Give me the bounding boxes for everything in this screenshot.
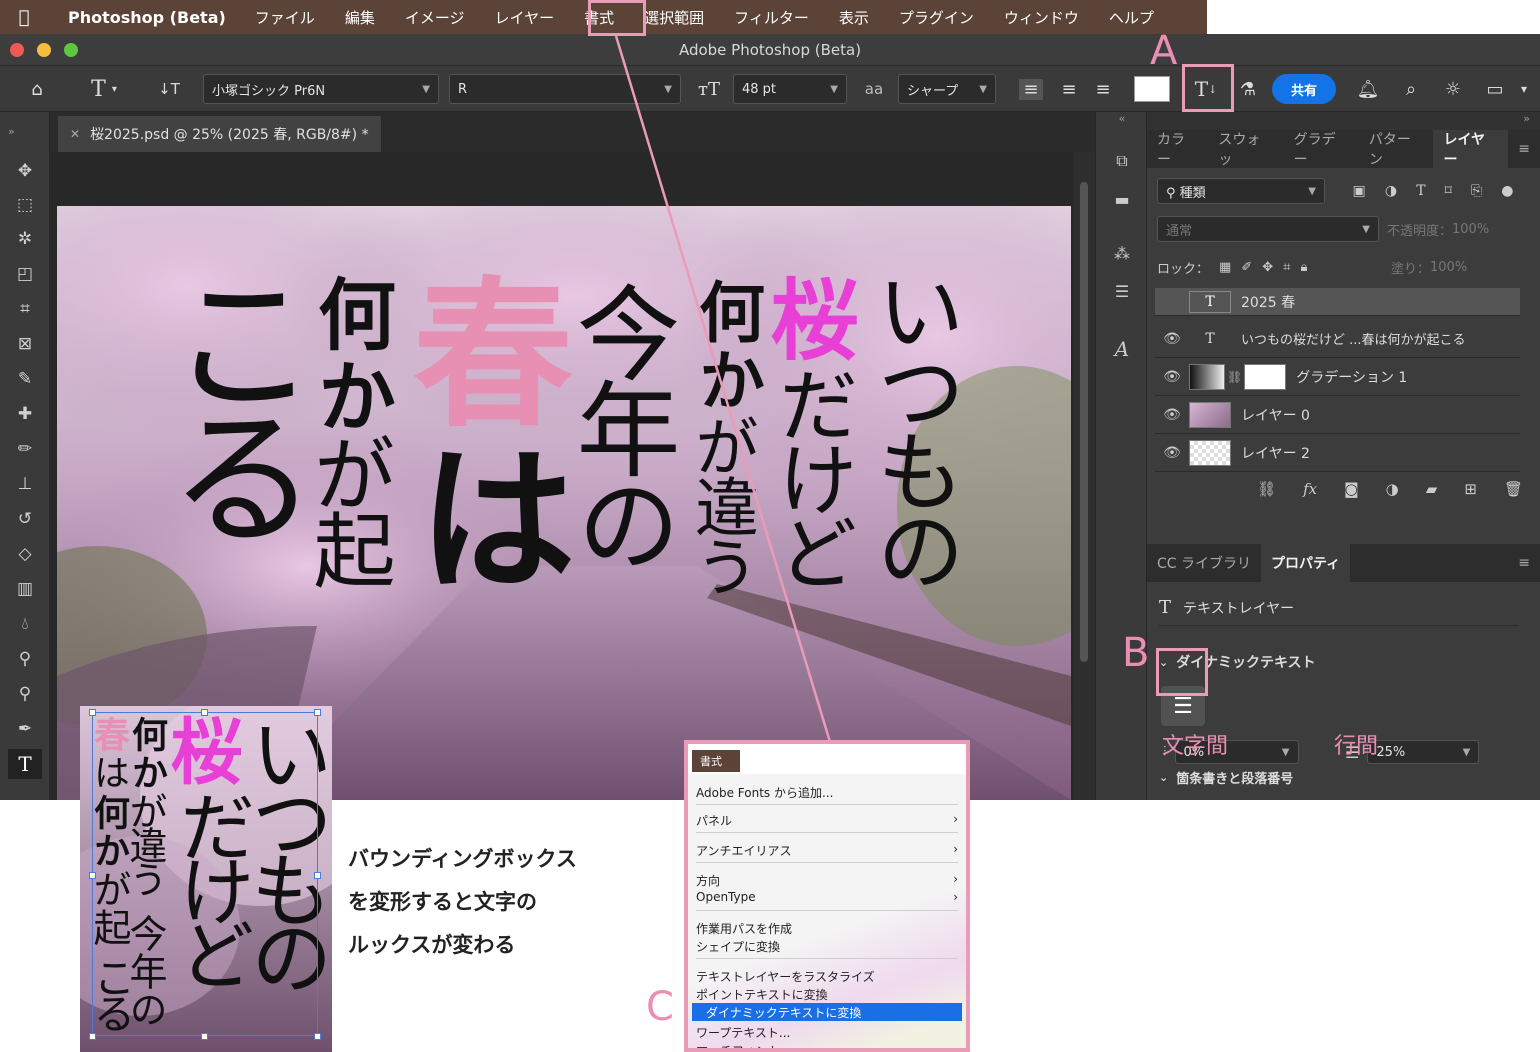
bounding-box-handle[interactable]	[314, 709, 321, 716]
bounding-box-handle[interactable]	[89, 872, 96, 879]
menu-item-label: シェイプに変換	[696, 940, 781, 954]
menu-item-label: OpenType	[696, 890, 756, 904]
annotation-c: C	[646, 984, 674, 1030]
menu-item[interactable]: テキストレイヤーをラスタライズ	[696, 968, 958, 985]
menu-item-label: パネル	[696, 814, 733, 828]
menu-item[interactable]: 方向 ›	[696, 872, 958, 889]
submenu-arrow-icon: ›	[953, 890, 958, 904]
highlight-dynamic-text-fit	[1156, 648, 1208, 696]
menu-item[interactable]: Adobe Fonts から追加...	[696, 784, 958, 801]
menu-divider	[696, 832, 958, 833]
bounding-box-handle[interactable]	[314, 1033, 321, 1040]
type-menu-dropdown: 書式 Adobe Fonts から追加... パネル › アンチエイリアス › 方向…	[684, 740, 970, 1052]
menu-item-label: 作業用パスを作成	[696, 922, 793, 936]
menu-item[interactable]: アンチエイリアス ›	[696, 842, 958, 859]
menu-divider	[696, 804, 958, 805]
bounding-box[interactable]	[92, 712, 318, 1036]
submenu-arrow-icon: ›	[953, 872, 958, 886]
menu-item-label: テキストレイヤーをラスタライズ	[696, 970, 875, 984]
menu-item-label: マッチフォント...	[696, 1044, 792, 1052]
menu-item[interactable]: パネル ›	[696, 812, 958, 829]
menu-item[interactable]: 作業用パスを作成	[696, 920, 958, 937]
menu-item[interactable]: マッチフォント...	[696, 1042, 958, 1052]
annotation-a: A	[1150, 28, 1178, 74]
menu-item-label: ポイントテキストに変換	[696, 988, 828, 1002]
menu-item[interactable]: シェイプに変換	[696, 938, 958, 955]
menu-divider	[696, 958, 958, 959]
menu-divider	[696, 910, 958, 911]
menu-item-label: 方向	[696, 874, 721, 888]
bounding-box-handle[interactable]	[89, 1033, 96, 1040]
annotation-tracking: 文字間	[1162, 734, 1229, 759]
caption-line: ルックスが変わる	[348, 933, 516, 957]
bounding-box-handle[interactable]	[201, 1033, 208, 1040]
bounding-box-handle[interactable]	[201, 709, 208, 716]
menu-divider	[696, 862, 958, 863]
submenu-arrow-icon: ›	[953, 812, 958, 826]
bounding-box-handle[interactable]	[89, 709, 96, 716]
menu-item[interactable]: OpenType ›	[696, 890, 958, 904]
caption-line: を変形すると文字の	[348, 890, 537, 914]
menu-item-label: ダイナミックテキストに変換	[706, 1005, 862, 1020]
menu-item[interactable]: ポイントテキストに変換	[696, 986, 958, 1003]
submenu-arrow-icon: ›	[953, 842, 958, 856]
menu-item-label: アンチエイリアス	[696, 844, 792, 858]
highlight-type-menu	[588, 0, 646, 36]
menu-item-label: ワープテキスト...	[696, 1026, 791, 1040]
menu-item-label: Adobe Fonts から追加...	[696, 786, 834, 800]
bounding-box-handle[interactable]	[314, 872, 321, 879]
menu-item-highlighted[interactable]: ダイナミックテキストに変換	[692, 1003, 962, 1021]
annotation-leading: 行間	[1334, 734, 1379, 759]
highlight-dynamic-text-button	[1182, 64, 1234, 112]
menu-header[interactable]: 書式	[692, 750, 740, 772]
transformed-text-preview: いつもの 桜 だけど 何 か が違う 今年の 春 は 何 か が起 こる	[80, 706, 332, 1052]
caption-line: バウンディングボックス	[348, 847, 577, 871]
caption: バウンディングボックス を変形すると文字の ルックスが変わる	[348, 838, 577, 967]
menu-item[interactable]: ワープテキスト...	[696, 1024, 958, 1041]
annotation-b: B	[1122, 630, 1150, 676]
